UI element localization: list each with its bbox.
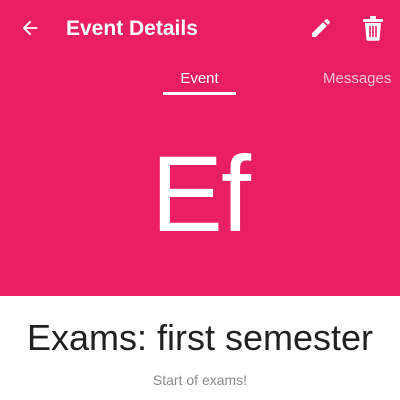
event-description: Start of exams! — [152, 372, 248, 388]
event-initials: Ef — [150, 133, 251, 254]
page-title: Event Details — [66, 17, 198, 40]
delete-button[interactable] — [355, 10, 391, 46]
back-button[interactable] — [12, 10, 48, 46]
tab-messages[interactable]: Messages — [323, 69, 391, 89]
app-bar: Event Details — [0, 0, 400, 56]
arrow-left-icon — [22, 20, 38, 36]
tab-event[interactable]: Event — [163, 69, 236, 89]
tab-indicator — [163, 92, 236, 95]
trash-icon — [363, 16, 383, 41]
event-header: Event Details Event Messages Ef — [0, 0, 400, 296]
edit-button[interactable] — [303, 10, 339, 46]
tab-bar: Event Messages — [0, 62, 400, 98]
pencil-icon — [312, 18, 331, 37]
event-name: Exams: first semester — [26, 317, 374, 358]
